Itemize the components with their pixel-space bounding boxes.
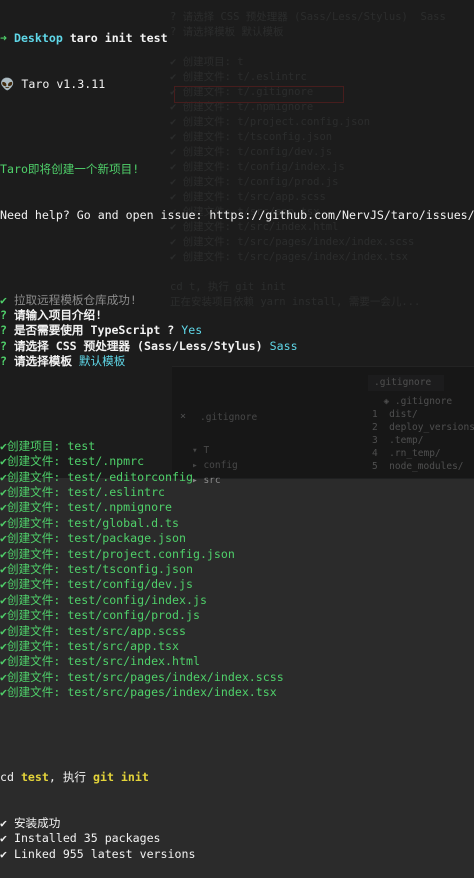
step-answer: Yes [181, 323, 203, 338]
help-line: Need help? Go and open issue: https://gi… [0, 207, 474, 222]
git-init-line: cd test, 执行 git init [0, 769, 149, 784]
created-file-line: ✔创建文件: test/.npmignore [0, 500, 474, 515]
prompt-steps: ✔ 拉取远程模板仓库成功!? 请输入项目介绍!? 是否需要使用 TypeScri… [0, 293, 474, 370]
prompt-line: ➜ Desktop taro init test [0, 31, 474, 46]
check-icon: ✔ [0, 469, 7, 484]
step-text: 请选择 CSS 预处理器 (Sass/Less/Stylus) [6, 338, 263, 353]
step-line: ✔ 拉取远程模板仓库成功! [0, 293, 474, 308]
created-file-line: ✔创建文件: test/.npmrc [0, 454, 474, 469]
check-icon: ✔ [0, 485, 7, 500]
step-text: 请输入项目介绍! [6, 308, 103, 323]
created-file-text: 创建文件: test/.editorconfig [6, 469, 193, 484]
prompt-command: taro init test [62, 30, 168, 45]
check-icon: ✔ [0, 562, 7, 577]
created-file-line: ✔创建文件: test/config/prod.js [0, 608, 474, 623]
step-line: ? 请选择 CSS 预处理器 (Sass/Less/Stylus) Sass [0, 339, 474, 354]
created-file-line: ✔创建文件: test/config/dev.js [0, 577, 474, 592]
check-icon: ✔ [0, 592, 7, 607]
created-file-line: ✔创建文件: test/global.d.ts [0, 516, 474, 531]
question-icon: ? [0, 354, 7, 369]
check-icon: ✔ [0, 454, 7, 469]
check-icon: ✔ [0, 654, 7, 669]
created-file-text: 创建文件: test/src/app.scss [6, 623, 186, 638]
alien-icon: 👽 [0, 77, 15, 92]
created-file-line: ✔创建文件: test/src/app.tsx [0, 639, 474, 654]
step-text: 请选择模板 [6, 354, 72, 369]
step-text: 是否需要使用 TypeScript ? [6, 323, 175, 338]
install-line: ✔ 安装成功 [0, 816, 61, 831]
created-file-text: 创建文件: test/package.json [6, 531, 186, 546]
install-line: ✔ Linked 955 latest versions [0, 846, 196, 861]
created-file-line: ✔创建文件: test/config/index.js [0, 593, 474, 608]
step-answer: Sass [269, 338, 298, 353]
check-icon: ✔ [0, 638, 7, 653]
created-file-line: ✔创建文件: test/src/pages/index/index.scss [0, 670, 474, 685]
check-icon: ✔ [0, 685, 7, 700]
welcome-line: Taro即将创建一个新项目! [0, 161, 140, 176]
created-file-line: ✔创建文件: test/package.json [0, 531, 474, 546]
check-icon: ✔ [0, 623, 7, 638]
created-file-line: ✔创建文件: test/src/index.html [0, 654, 474, 669]
created-file-text: 创建文件: test/config/index.js [6, 592, 207, 607]
created-file-text: 创建文件: test/config/dev.js [6, 577, 193, 592]
created-file-line: ✔创建文件: test/.editorconfig [0, 470, 474, 485]
created-file-line: ✔创建文件: test/.eslintrc [0, 485, 474, 500]
created-file-line: ✔创建文件: test/project.config.json [0, 547, 474, 562]
check-icon: ✔ [0, 500, 7, 515]
question-icon: ? [0, 308, 7, 323]
created-file-line: ✔创建文件: test/src/app.scss [0, 624, 474, 639]
created-file-line: ✔创建文件: test/src/pages/index/index.tsx [0, 685, 474, 700]
install-line: ✔ Installed 35 packages [0, 831, 161, 846]
check-icon: ✔ [0, 515, 7, 530]
check-icon: ✔ [0, 546, 7, 561]
step-line: ? 是否需要使用 TypeScript ? Yes [0, 323, 474, 338]
question-icon: ? [0, 338, 7, 353]
created-file-text: 创建文件: test/src/pages/index/index.scss [6, 669, 284, 684]
check-icon: ✔ [0, 577, 7, 592]
check-icon: ✔ [0, 669, 7, 684]
created-file-line: ✔创建项目: test [0, 439, 474, 454]
step-line: ? 请输入项目介绍! [0, 308, 474, 323]
prompt-arrow: ➜ [0, 30, 7, 45]
step-line: ? 请选择模板 默认模板 [0, 354, 474, 369]
created-file-text: 创建文件: test/src/index.html [6, 654, 200, 669]
step-answer: 默认模板 [78, 354, 126, 369]
install-results: ✔ 安装成功 ✔ Installed 35 packages ✔ Linked 95… [0, 816, 474, 862]
created-file-text: 创建文件: test/config/prod.js [6, 608, 200, 623]
created-file-text: 创建文件: test/src/pages/index/index.tsx [6, 685, 277, 700]
git-command: git init [93, 769, 149, 784]
prompt-directory: Desktop [13, 30, 63, 45]
created-file-text: 创建文件: test/tsconfig.json [6, 562, 193, 577]
check-icon: ✔ [0, 292, 7, 307]
created-file-text: 创建文件: test/.npmrc [6, 454, 145, 469]
terminal-output: ➜ Desktop taro init test 👽 Taro v1.3.11 … [0, 0, 474, 861]
git-dir: test [20, 769, 49, 784]
check-icon: ✔ [0, 438, 7, 453]
created-file-text: 创建文件: test/global.d.ts [6, 515, 180, 530]
check-icon: ✔ [0, 608, 7, 623]
check-icon: ✔ [0, 531, 7, 546]
created-files-list: ✔创建项目: test ✔创建文件: test/.npmrc ✔创建文件: test… [0, 439, 474, 701]
created-file-text: 创建文件: test/.npmignore [6, 500, 173, 515]
created-file-text: 创建文件: test/project.config.json [6, 546, 235, 561]
step-text: 拉取远程模板仓库成功! [6, 292, 137, 307]
version-text: Taro v1.3.11 [14, 77, 106, 92]
created-file-text: 创建文件: test/src/app.tsx [6, 638, 180, 653]
version-line: 👽 Taro v1.3.11 [0, 77, 474, 92]
question-icon: ? [0, 323, 7, 338]
created-file-line: ✔创建文件: test/tsconfig.json [0, 562, 474, 577]
created-file-text: 创建项目: test [6, 438, 96, 453]
created-file-text: 创建文件: test/.eslintrc [6, 485, 166, 500]
